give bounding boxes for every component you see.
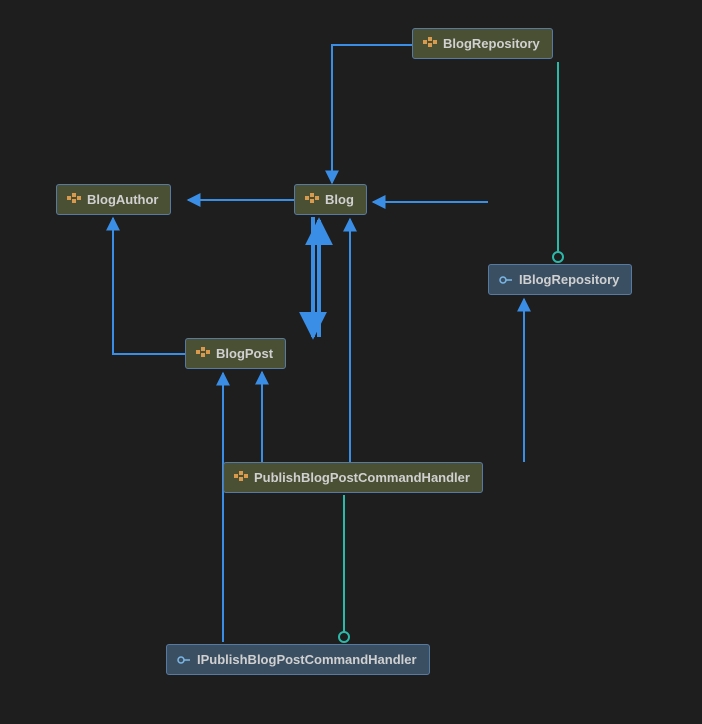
- edge-blogRepository-blog: [332, 45, 412, 183]
- node-blogRepository[interactable]: BlogRepository: [412, 28, 553, 59]
- node-label: PublishBlogPostCommandHandler: [254, 470, 470, 485]
- class-icon: [196, 347, 210, 361]
- node-publishHandler[interactable]: PublishBlogPostCommandHandler: [223, 462, 483, 493]
- diagram-canvas[interactable]: BlogRepository BlogAuthor Blog IBlogRepo…: [0, 0, 702, 724]
- node-label: BlogAuthor: [87, 192, 158, 207]
- node-label: IPublishBlogPostCommandHandler: [197, 652, 417, 667]
- class-icon: [305, 193, 319, 207]
- node-iPublishHandler[interactable]: IPublishBlogPostCommandHandler: [166, 644, 430, 675]
- node-iBlogRepository[interactable]: IBlogRepository: [488, 264, 632, 295]
- class-icon: [67, 193, 81, 207]
- node-label: IBlogRepository: [519, 272, 619, 287]
- interface-icon: [177, 653, 191, 667]
- connectors-layer: [0, 0, 702, 724]
- node-blog[interactable]: Blog: [294, 184, 367, 215]
- node-blogPost[interactable]: BlogPost: [185, 338, 286, 369]
- node-label: BlogPost: [216, 346, 273, 361]
- node-label: Blog: [325, 192, 354, 207]
- edge-blogPost-blogAuthor: [113, 218, 185, 354]
- class-icon: [234, 471, 248, 485]
- class-icon: [423, 37, 437, 51]
- interface-icon: [499, 273, 513, 287]
- node-blogAuthor[interactable]: BlogAuthor: [56, 184, 171, 215]
- node-label: BlogRepository: [443, 36, 540, 51]
